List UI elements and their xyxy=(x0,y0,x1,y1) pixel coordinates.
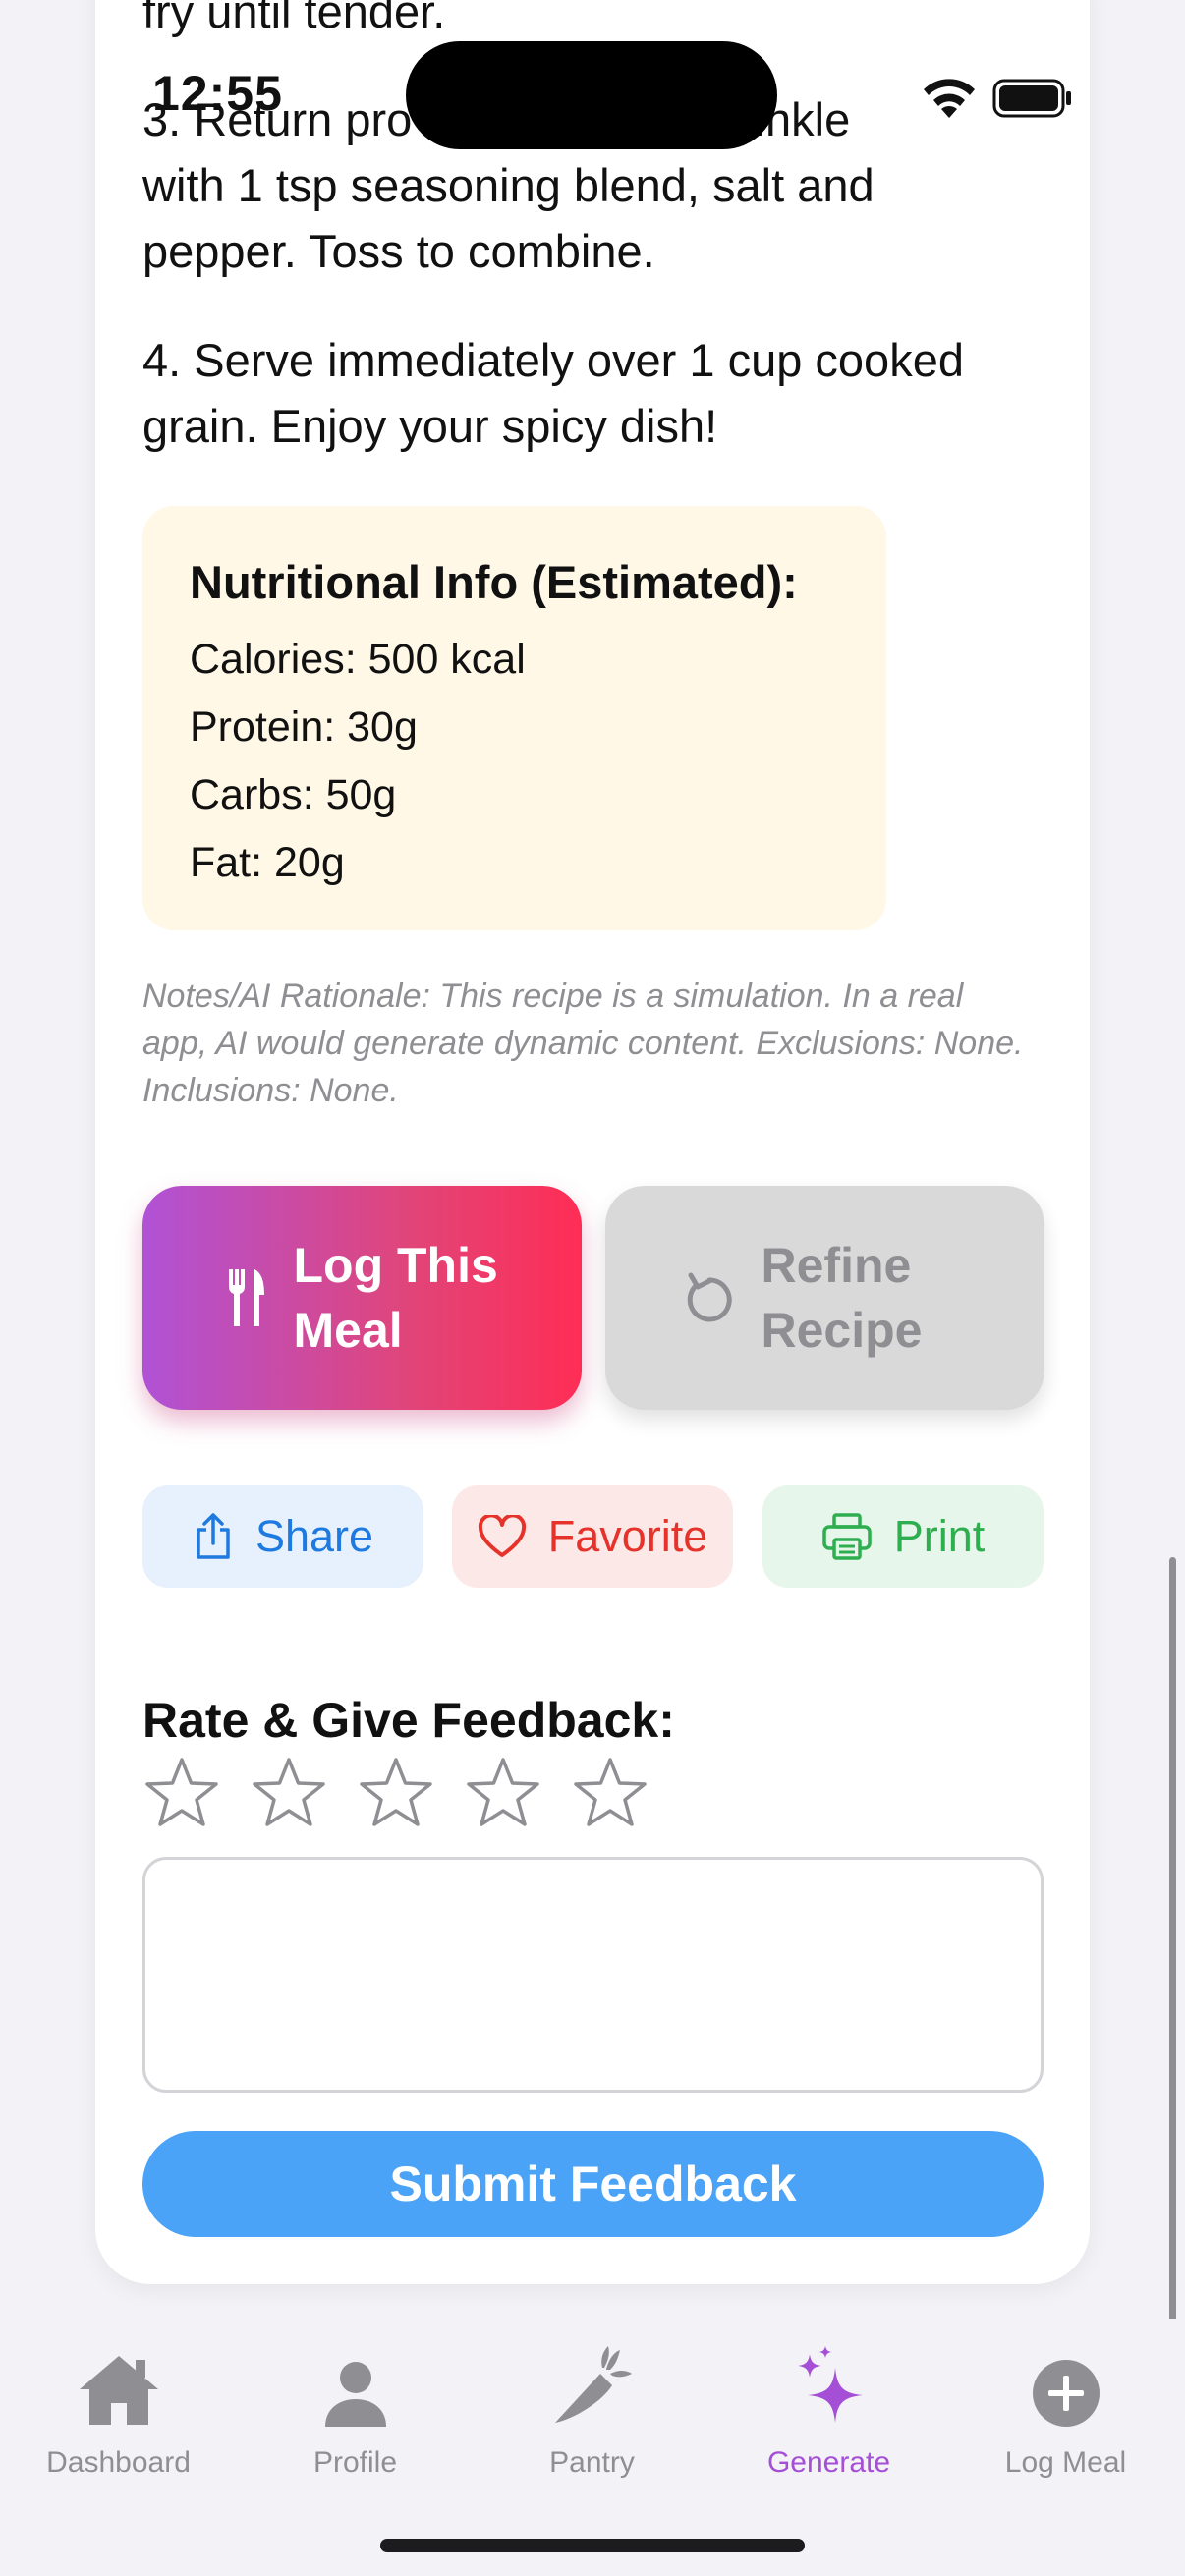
share-icon xyxy=(197,1513,230,1559)
plus-circle-icon xyxy=(1032,2360,1100,2427)
status-icons xyxy=(845,67,1081,126)
tab-generate-label: Generate xyxy=(766,2446,891,2479)
sparkles-icon xyxy=(797,2346,863,2423)
star-2-icon[interactable] xyxy=(250,1755,328,1833)
tab-pantry-label: Pantry xyxy=(549,2446,635,2479)
log-this-meal-button[interactable]: Log This Meal xyxy=(142,1186,582,1410)
star-5-icon[interactable] xyxy=(571,1755,649,1833)
share-label: Share xyxy=(254,1511,374,1561)
feedback-title: Rate & Give Feedback: xyxy=(142,1693,675,1748)
tab-generate[interactable]: Generate xyxy=(710,2340,947,2480)
favorite-button[interactable]: Favorite xyxy=(452,1485,733,1588)
tab-profile-label: Profile xyxy=(312,2446,398,2479)
star-1-icon[interactable] xyxy=(142,1755,221,1833)
nutrition-protein: Protein: 30g xyxy=(190,703,418,751)
feedback-textarea[interactable] xyxy=(142,1857,1044,2093)
star-3-icon[interactable] xyxy=(357,1755,435,1833)
nutrition-title: Nutritional Info (Estimated): xyxy=(190,556,798,608)
share-button[interactable]: Share xyxy=(142,1485,423,1588)
person-icon xyxy=(324,2362,386,2427)
refine-recipe-button[interactable]: Refine Recipe xyxy=(605,1186,1044,1410)
nutrition-fat: Fat: 20g xyxy=(190,839,345,886)
refresh-icon xyxy=(687,1272,732,1322)
log-this-meal-label: Log This Meal xyxy=(293,1238,498,1358)
recipe-step-4-line1: 4. Serve immediately over 1 cup cooked xyxy=(142,334,964,386)
fork-knife-icon xyxy=(228,1269,264,1326)
tab-log-meal-label: Log Meal xyxy=(1004,2446,1127,2479)
status-time: 12:55 xyxy=(152,66,283,121)
recipe-step-3-line3: pepper. Toss to combine. xyxy=(142,225,655,277)
nutrition-info-box: Nutritional Info (Estimated): Calories: … xyxy=(142,506,886,930)
wifi-icon xyxy=(924,79,975,118)
recipe-step-4-line2: grain. Enjoy your spicy dish! xyxy=(142,400,718,452)
printer-icon xyxy=(821,1513,872,1560)
tab-pantry[interactable]: Pantry xyxy=(474,2340,710,2480)
scrollbar[interactable] xyxy=(1169,1557,1176,2324)
submit-feedback-label: Submit Feedback xyxy=(389,2156,797,2212)
print-button[interactable]: Print xyxy=(762,1485,1044,1588)
refine-recipe-label: Refine Recipe xyxy=(761,1238,923,1358)
tab-dashboard[interactable]: Dashboard xyxy=(0,2340,237,2480)
tab-profile[interactable]: Profile xyxy=(237,2340,474,2480)
nutrition-carbs: Carbs: 50g xyxy=(190,771,397,818)
heart-icon xyxy=(478,1515,526,1557)
nutrition-calories: Calories: 500 kcal xyxy=(190,636,526,683)
submit-feedback-button[interactable]: Submit Feedback xyxy=(142,2131,1044,2237)
star-rating[interactable] xyxy=(142,1755,678,1833)
tab-log-meal[interactable]: Log Meal xyxy=(947,2340,1184,2480)
recipe-step-3-line2: with 1 tsp seasoning blend, salt and xyxy=(142,159,875,211)
ai-notes: Notes/AI Rationale: This recipe is a sim… xyxy=(142,978,1024,1109)
tab-bar: Dashboard Profile Pantry Generate Log Me… xyxy=(0,2319,1185,2576)
dynamic-island xyxy=(406,41,777,149)
tab-dashboard-label: Dashboard xyxy=(46,2446,191,2479)
battery-icon xyxy=(992,79,1071,118)
star-4-icon[interactable] xyxy=(464,1755,542,1833)
house-icon xyxy=(79,2356,158,2425)
print-label: Print xyxy=(893,1511,986,1561)
carrot-icon xyxy=(554,2346,632,2423)
recipe-step-partial: fry until tender. xyxy=(142,0,446,37)
favorite-label: Favorite xyxy=(547,1511,708,1561)
home-indicator xyxy=(380,2539,805,2552)
